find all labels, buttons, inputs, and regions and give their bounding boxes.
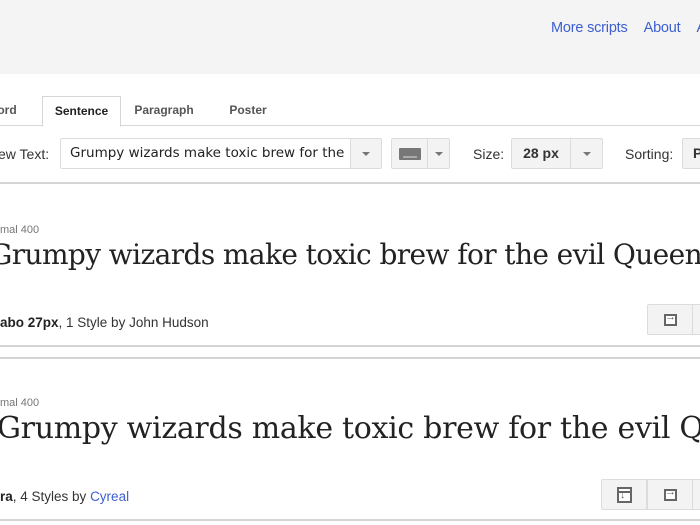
tab-paragraph[interactable]: Paragraph bbox=[124, 96, 204, 126]
more-actions-button[interactable] bbox=[692, 479, 700, 510]
download-icon bbox=[617, 487, 632, 503]
font-name[interactable]: abo 27px bbox=[0, 315, 59, 330]
font-author: John Hudson bbox=[129, 315, 209, 330]
font-sample-text: Grumpy wizards make toxic brew for the e… bbox=[0, 411, 700, 446]
top-bar: More scripts About A bbox=[0, 0, 700, 74]
font-byline: abo 27px, 1 Style by John Hudson bbox=[0, 315, 209, 330]
about-link[interactable]: About bbox=[644, 20, 681, 36]
font-style-meta: mal 400 bbox=[0, 397, 40, 409]
tab-poster[interactable]: Poster bbox=[220, 96, 276, 126]
keyboard-icon bbox=[399, 148, 421, 160]
font-name[interactable]: ra bbox=[0, 489, 13, 504]
preview-mode-tabs: ord Sentence Paragraph Poster bbox=[0, 96, 700, 127]
keyboard-dropdown[interactable] bbox=[427, 138, 450, 169]
font-byline: ra, 4 Styles by Cyreal bbox=[0, 489, 129, 504]
tab-sentence[interactable]: Sentence bbox=[42, 96, 121, 127]
add-to-collection-button[interactable] bbox=[647, 304, 693, 335]
chevron-down-icon bbox=[582, 152, 591, 156]
tab-word[interactable]: ord bbox=[0, 96, 18, 126]
font-style-meta: mal 400 bbox=[0, 224, 40, 236]
chevron-down-icon bbox=[434, 152, 443, 156]
chevron-down-icon bbox=[362, 152, 370, 156]
font-sample-text: Grumpy wizards make toxic brew for the e… bbox=[0, 238, 700, 271]
add-to-collection-icon bbox=[664, 486, 677, 501]
top-nav: More scripts About A bbox=[551, 20, 700, 36]
preview-toolbar: ew Text: Grumpy wizards make toxic brew … bbox=[0, 126, 700, 184]
preview-text-label: ew Text: bbox=[0, 146, 50, 162]
font-card: mal 400 Grumpy wizards make toxic brew f… bbox=[0, 186, 700, 347]
more-actions-button[interactable] bbox=[692, 304, 700, 335]
download-button[interactable] bbox=[601, 479, 647, 510]
more-scripts-link[interactable]: More scripts bbox=[551, 20, 628, 36]
font-styles-count: , 4 Styles by bbox=[12, 489, 91, 504]
preview-text-dropdown[interactable] bbox=[350, 138, 382, 169]
add-to-collection-button[interactable] bbox=[647, 479, 693, 510]
keyboard-button[interactable] bbox=[391, 138, 428, 169]
preview-text-input[interactable]: Grumpy wizards make toxic brew for the bbox=[60, 138, 350, 169]
font-styles-count: , 1 Style by bbox=[58, 315, 130, 330]
font-card: mal 400 Grumpy wizards make toxic brew f… bbox=[0, 357, 700, 521]
font-author-link[interactable]: Cyreal bbox=[90, 489, 129, 504]
nav-link-truncated[interactable]: A bbox=[697, 20, 700, 36]
size-label: Size: bbox=[473, 146, 505, 162]
sorting-label: Sorting: bbox=[625, 146, 674, 162]
sorting-select[interactable]: P bbox=[682, 138, 700, 169]
size-dropdown[interactable] bbox=[570, 138, 603, 169]
size-select[interactable]: 28 px bbox=[511, 138, 571, 169]
add-to-collection-icon bbox=[664, 311, 677, 326]
